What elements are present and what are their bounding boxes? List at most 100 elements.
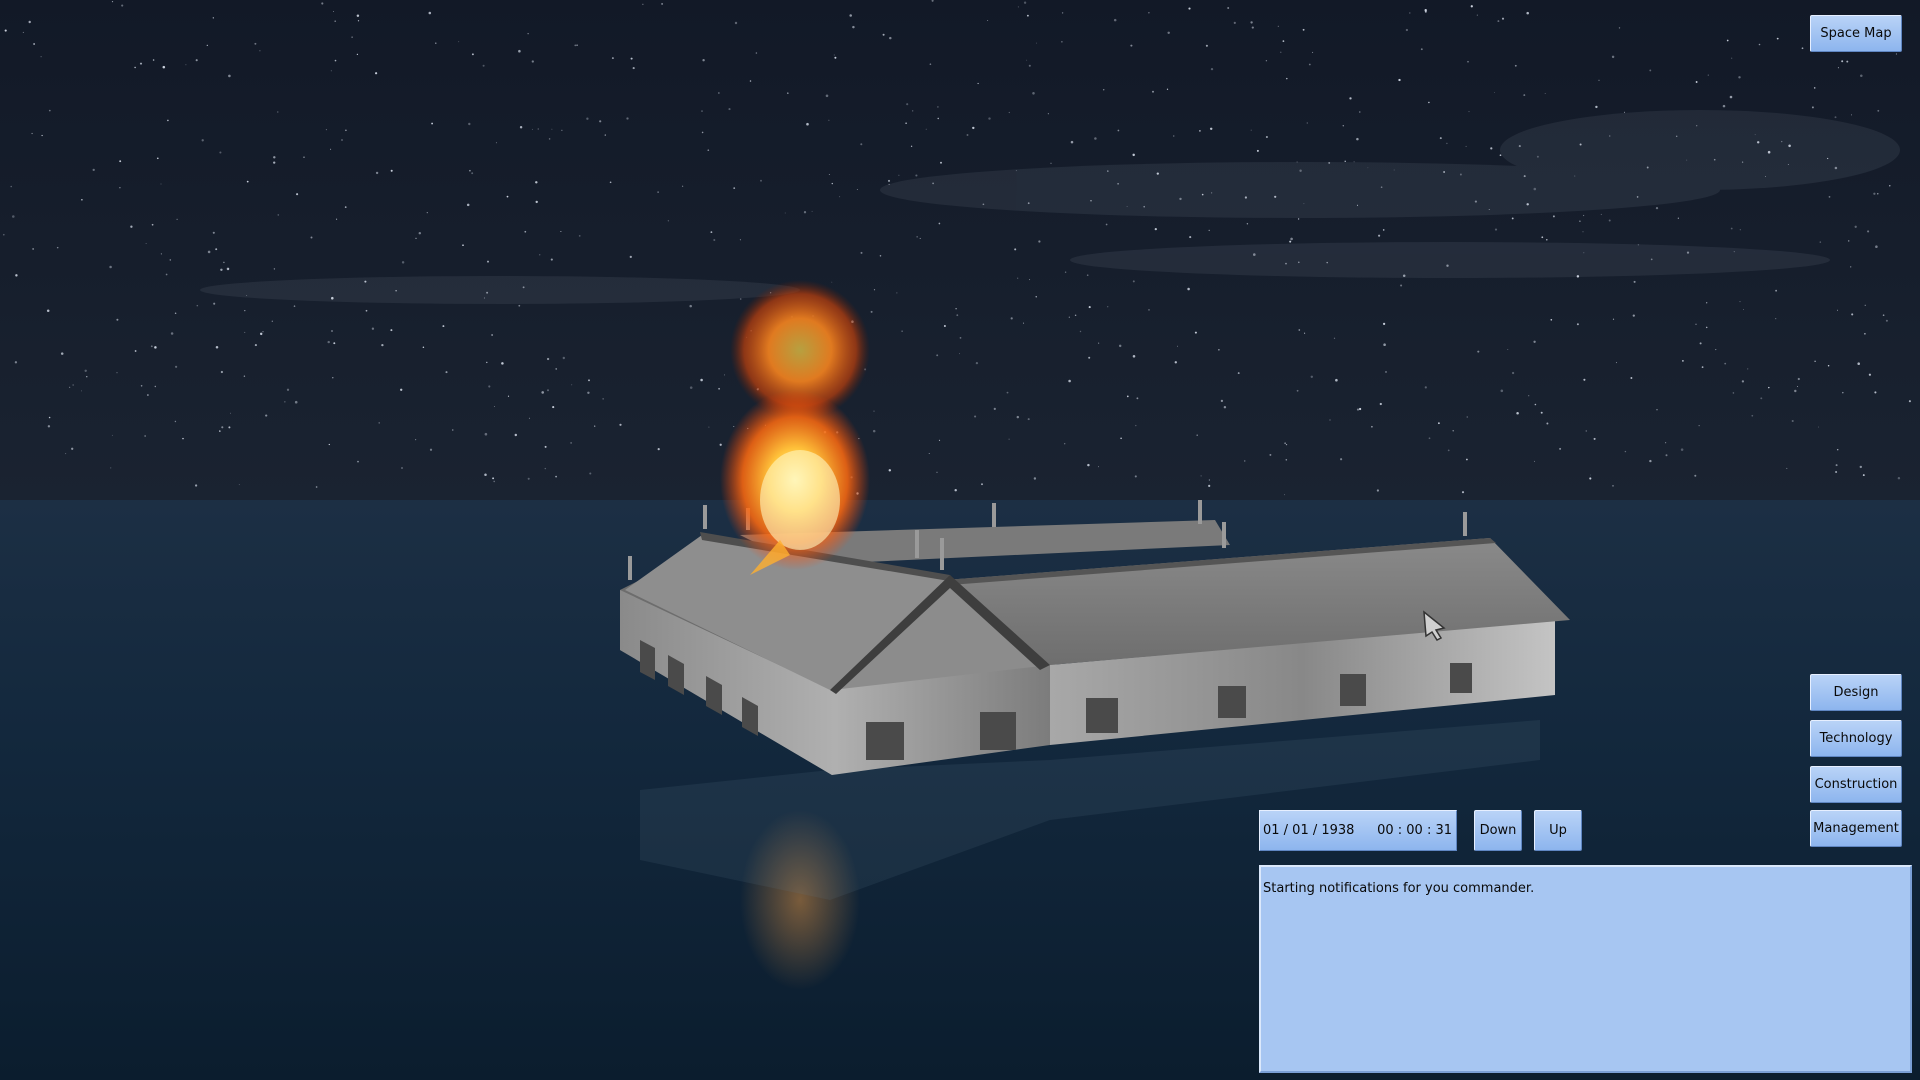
star bbox=[1885, 319, 1888, 322]
star bbox=[1618, 27, 1621, 29]
technology-button[interactable]: Technology bbox=[1810, 720, 1902, 757]
star bbox=[111, 1, 114, 3]
star bbox=[1006, 391, 1009, 394]
star bbox=[56, 246, 59, 249]
star bbox=[1208, 479, 1211, 481]
star bbox=[1466, 416, 1468, 418]
space-map-button[interactable]: Space Map bbox=[1810, 15, 1902, 52]
management-button[interactable]: Management bbox=[1810, 810, 1902, 847]
star bbox=[1017, 277, 1019, 279]
star bbox=[1016, 415, 1020, 419]
star bbox=[277, 111, 279, 113]
star bbox=[912, 110, 914, 112]
star bbox=[1233, 21, 1236, 24]
star bbox=[1751, 414, 1754, 417]
star bbox=[1764, 176, 1766, 177]
star bbox=[1851, 313, 1854, 316]
star bbox=[519, 126, 523, 129]
star bbox=[1695, 323, 1697, 326]
star bbox=[1649, 69, 1652, 72]
star bbox=[1126, 395, 1129, 398]
star bbox=[262, 331, 264, 333]
star bbox=[1378, 234, 1381, 237]
speed-down-button[interactable]: Down bbox=[1474, 810, 1522, 851]
star bbox=[493, 406, 495, 408]
star bbox=[1098, 342, 1100, 344]
star bbox=[887, 179, 891, 182]
star bbox=[1550, 318, 1553, 321]
star bbox=[1143, 205, 1145, 208]
star bbox=[1733, 251, 1735, 253]
star bbox=[546, 357, 550, 361]
star bbox=[501, 362, 504, 365]
star bbox=[1895, 53, 1897, 55]
star bbox=[1218, 349, 1220, 351]
star bbox=[1335, 378, 1338, 382]
star bbox=[1507, 349, 1509, 350]
star bbox=[1359, 111, 1361, 113]
star bbox=[1452, 430, 1454, 432]
star bbox=[491, 334, 493, 336]
star bbox=[860, 143, 863, 146]
star bbox=[1582, 231, 1584, 233]
star bbox=[1624, 450, 1627, 453]
star bbox=[1836, 448, 1839, 451]
star bbox=[207, 250, 211, 254]
star bbox=[471, 53, 474, 56]
star bbox=[1179, 197, 1182, 201]
star bbox=[1612, 485, 1614, 487]
star bbox=[938, 439, 941, 442]
star bbox=[46, 309, 50, 313]
star bbox=[1466, 458, 1468, 461]
star bbox=[657, 448, 660, 451]
star bbox=[1864, 332, 1866, 335]
star bbox=[1298, 329, 1301, 331]
star bbox=[1739, 229, 1741, 231]
star bbox=[707, 149, 710, 152]
notification-panel[interactable]: Starting notifications for you commander… bbox=[1259, 865, 1912, 1073]
star bbox=[1205, 44, 1208, 47]
star bbox=[873, 410, 875, 412]
star bbox=[929, 63, 932, 65]
star bbox=[1834, 166, 1838, 170]
star bbox=[147, 394, 149, 396]
star bbox=[1265, 60, 1268, 62]
star bbox=[375, 171, 379, 175]
star bbox=[602, 398, 604, 400]
star bbox=[154, 346, 157, 349]
star bbox=[1290, 237, 1293, 241]
star bbox=[284, 401, 286, 403]
star bbox=[1428, 101, 1430, 104]
star bbox=[1269, 453, 1272, 456]
star bbox=[1299, 169, 1302, 173]
star bbox=[144, 435, 146, 437]
star bbox=[1356, 137, 1359, 141]
star bbox=[1526, 11, 1529, 15]
star bbox=[1868, 373, 1871, 376]
star bbox=[325, 129, 327, 131]
star bbox=[134, 66, 136, 69]
star bbox=[1729, 95, 1733, 99]
star bbox=[1132, 355, 1136, 358]
star bbox=[1328, 161, 1331, 164]
star bbox=[1074, 314, 1077, 317]
star bbox=[760, 179, 762, 182]
star bbox=[560, 230, 562, 233]
speed-up-button[interactable]: Up bbox=[1534, 810, 1582, 851]
star bbox=[286, 388, 290, 391]
star bbox=[1376, 489, 1380, 492]
star bbox=[1285, 262, 1287, 265]
design-button[interactable]: Design bbox=[1810, 674, 1902, 711]
star bbox=[1333, 337, 1336, 339]
construction-button[interactable]: Construction bbox=[1810, 766, 1902, 803]
star bbox=[574, 44, 577, 47]
star bbox=[321, 2, 324, 5]
star bbox=[1650, 258, 1653, 261]
star bbox=[357, 460, 359, 463]
star bbox=[1405, 28, 1409, 32]
star bbox=[1467, 60, 1469, 63]
star bbox=[378, 422, 380, 424]
star bbox=[956, 314, 959, 317]
star bbox=[333, 342, 336, 345]
star bbox=[330, 148, 332, 150]
